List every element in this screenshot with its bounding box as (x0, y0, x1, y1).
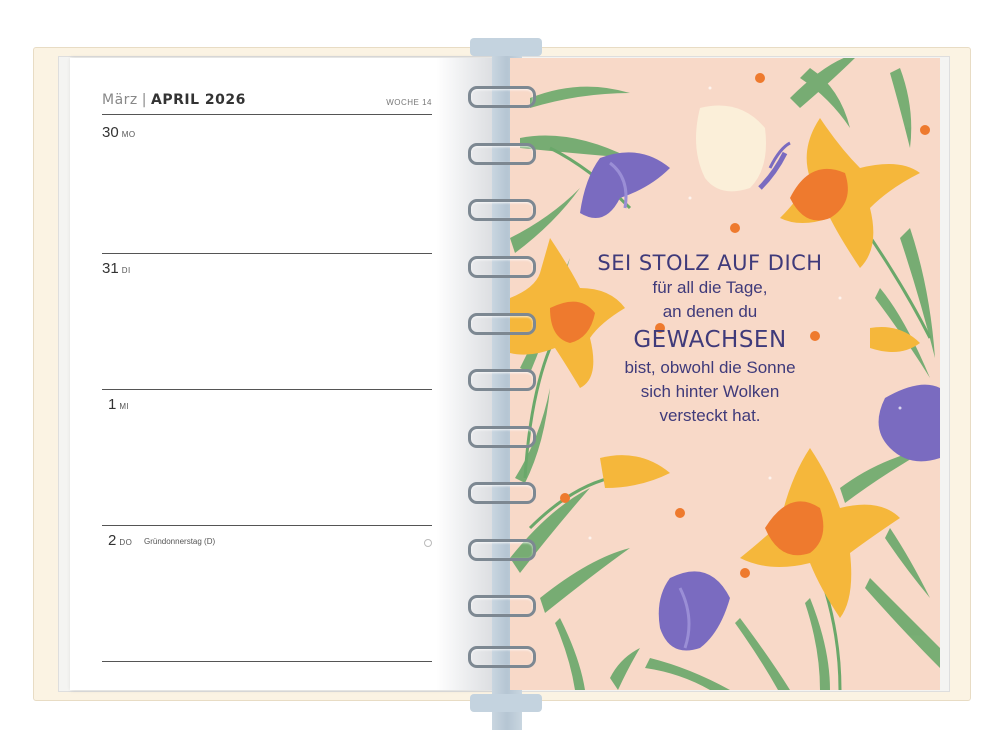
spiral-ring (468, 595, 536, 617)
day-row-thursday[interactable]: 2 DO Gründonnerstag (D) (102, 526, 432, 662)
day-num: 1 (108, 396, 117, 413)
month-current: APRIL 2026 (150, 92, 246, 108)
left-page: März | APRIL 2026 WOCHE 14 30 MO 31 DI 1 MI 2… (70, 58, 496, 690)
spiral-ring (468, 539, 536, 561)
quote-block: SEI STOLZ AUF DICH für all die Tage, an … (560, 250, 860, 428)
spiral-ring (468, 646, 536, 668)
day-row-tuesday[interactable]: 31 DI (102, 254, 432, 390)
spiral-ring (468, 143, 536, 165)
month-prev: März (102, 92, 138, 108)
day-num: 31 (102, 260, 119, 277)
day-name: DI (121, 266, 131, 275)
spiral-ring (468, 256, 536, 278)
day-num: 2 (108, 532, 117, 549)
quote-line-7: versteckt hat. (659, 406, 761, 425)
quote-line-3: an denen du (662, 302, 758, 321)
quote-line-1: SEI STOLZ AUF DICH (597, 251, 823, 275)
day-number: 1 MI (108, 396, 129, 413)
binding-tab-bottom (470, 694, 542, 712)
checkbox-circle-icon[interactable] (424, 539, 432, 547)
day-number: 2 DO (108, 532, 132, 549)
quote-line-5: bist, obwohl die Sonne (624, 358, 796, 377)
day-name: MO (121, 130, 136, 139)
day-name: DO (119, 538, 133, 547)
month-separator: | (141, 92, 147, 108)
day-row-wednesday[interactable]: 1 MI (102, 390, 432, 526)
month-heading: März | APRIL 2026 (102, 92, 246, 108)
day-number: 30 MO (102, 124, 136, 141)
holiday-label: Gründonnerstag (D) (144, 537, 216, 546)
spiral-ring (468, 86, 536, 108)
butterfly-icon (696, 105, 791, 192)
spiral-ring (468, 369, 536, 391)
day-name: MI (119, 402, 130, 411)
spiral-ring (468, 426, 536, 448)
quote-line-2: für all die Tage, (652, 278, 768, 297)
week-number: WOCHE 14 (386, 98, 432, 107)
spiral-ring (468, 199, 536, 221)
binding-tab-top (470, 38, 542, 56)
day-num: 30 (102, 124, 119, 141)
day-row-monday[interactable]: 30 MO (102, 118, 432, 254)
quote-line-4: GEWACHSEN (633, 327, 787, 353)
quote-line-6: sich hinter Wolken (640, 382, 780, 401)
page-header: März | APRIL 2026 WOCHE 14 (102, 88, 432, 115)
day-number: 31 DI (102, 260, 131, 277)
spiral-ring (468, 313, 536, 335)
day-divider (102, 661, 432, 662)
spiral-ring (468, 482, 536, 504)
